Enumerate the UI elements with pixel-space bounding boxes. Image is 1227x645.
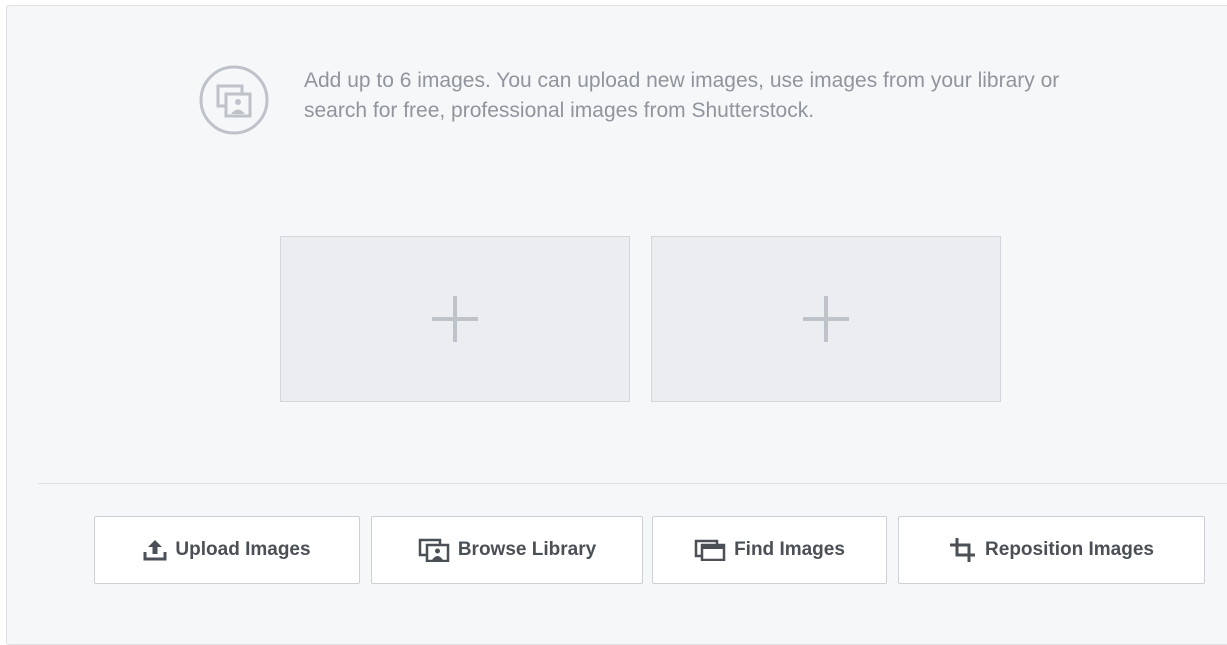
info-text: Add up to 6 images. You can upload new i… xyxy=(304,69,1060,122)
find-images-icon xyxy=(694,539,726,562)
library-icon xyxy=(418,538,450,563)
find-images-label: Find Images xyxy=(734,539,845,560)
images-stack-icon xyxy=(198,64,270,136)
image-slot[interactable] xyxy=(651,236,1001,402)
upload-icon xyxy=(143,539,167,561)
divider xyxy=(38,483,1227,484)
plus-icon xyxy=(803,296,849,342)
reposition-images-label: Reposition Images xyxy=(985,539,1154,560)
image-slot[interactable] xyxy=(280,236,630,402)
browse-library-button[interactable]: Browse Library xyxy=(371,516,643,584)
crop-icon xyxy=(949,537,977,563)
plus-icon xyxy=(432,296,478,342)
upload-images-button[interactable]: Upload Images xyxy=(94,516,360,584)
upload-images-label: Upload Images xyxy=(175,539,311,560)
find-images-button[interactable]: Find Images xyxy=(652,516,887,584)
browse-library-label: Browse Library xyxy=(457,539,597,560)
reposition-images-button[interactable]: Reposition Images xyxy=(898,516,1205,584)
